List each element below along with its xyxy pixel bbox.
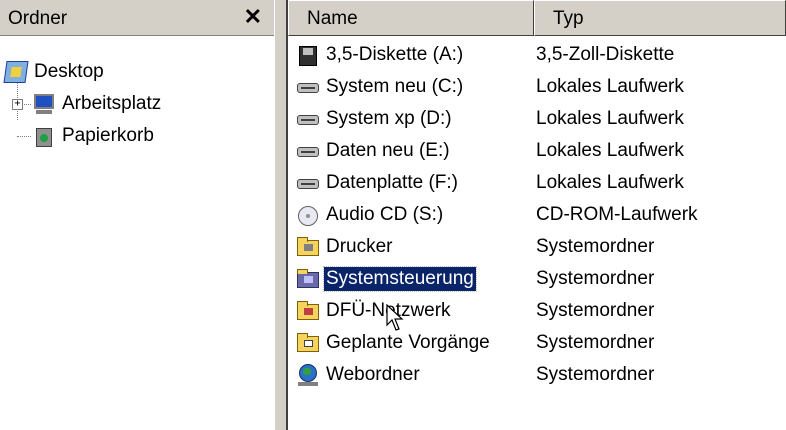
list-item[interactable]: Drucker Systemordner: [288, 231, 786, 263]
list-item[interactable]: System neu (C:) Lokales Laufwerk: [288, 71, 786, 103]
name-cell: DFÜ-Netzwerk: [296, 295, 453, 327]
item-type: Systemordner: [536, 364, 655, 385]
item-type: Systemordner: [536, 332, 655, 353]
recycle-bin-icon: [32, 124, 56, 148]
item-name: System neu (C:): [326, 76, 464, 97]
tree-item-arbeitsplatz[interactable]: Arbeitsplatz: [32, 88, 161, 120]
item-name: Systemsteuerung: [323, 266, 477, 292]
tree-connector: [17, 136, 31, 137]
list-item[interactable]: Audio CD (S:) CD-ROM-Laufwerk: [288, 199, 786, 231]
list-item[interactable]: Datenplatte (F:) Lokales Laufwerk: [288, 167, 786, 199]
list-item-selected[interactable]: Systemsteuerung Systemordner: [288, 263, 786, 295]
list-header: Name Typ: [288, 0, 786, 36]
item-name: Datenplatte (F:): [326, 172, 458, 193]
item-type: Lokales Laufwerk: [536, 172, 684, 193]
item-name: Webordner: [326, 364, 420, 385]
item-name: Daten neu (E:): [326, 140, 450, 161]
name-cell: System neu (C:): [296, 71, 465, 103]
item-name: Geplante Vorgänge: [326, 332, 490, 353]
tree-item-desktop[interactable]: Desktop: [3, 56, 104, 88]
folders-pane-title: Ordner: [8, 8, 68, 29]
expand-icon[interactable]: +: [12, 99, 23, 110]
name-cell: Systemsteuerung: [296, 263, 477, 295]
mouse-pointer-icon: [386, 304, 404, 331]
tree-item-label: Papierkorb: [62, 125, 154, 146]
list-item[interactable]: DFÜ-Netzwerk Systemordner: [288, 295, 786, 327]
floppy-icon: [296, 43, 320, 67]
tree-item-label: Arbeitsplatz: [62, 93, 162, 114]
pane-splitter[interactable]: [274, 0, 288, 430]
item-type: Lokales Laufwerk: [536, 76, 684, 97]
file-list-pane: Name Typ 3,5-Diskette (A:) 3,5-Zoll-Disk…: [288, 0, 786, 430]
control-panel-icon: [296, 267, 320, 291]
item-name: Audio CD (S:): [326, 204, 444, 225]
folders-pane: Ordner ✕ Desktop + Arbeitsplatz Papierko…: [0, 0, 274, 430]
name-cell: System xp (D:): [296, 103, 454, 135]
list-item[interactable]: 3,5-Diskette (A:) 3,5-Zoll-Diskette: [288, 39, 786, 71]
printer-folder-icon: [296, 235, 320, 259]
close-icon[interactable]: ✕: [244, 4, 262, 30]
hard-drive-icon: [296, 107, 320, 131]
item-type: Lokales Laufwerk: [536, 108, 684, 129]
hard-drive-icon: [296, 139, 320, 163]
folder-tree: Desktop + Arbeitsplatz Papierkorb: [0, 36, 274, 430]
item-name: Drucker: [326, 236, 393, 257]
item-name: System xp (D:): [326, 108, 452, 129]
list-item[interactable]: Daten neu (E:) Lokales Laufwerk: [288, 135, 786, 167]
tree-item-papierkorb[interactable]: Papierkorb: [32, 120, 154, 152]
folders-pane-header: Ordner ✕: [0, 0, 274, 36]
dialup-folder-icon: [296, 299, 320, 323]
hard-drive-icon: [296, 75, 320, 99]
computer-icon: [32, 92, 56, 116]
hard-drive-icon: [296, 171, 320, 195]
item-type: Systemordner: [536, 268, 655, 289]
name-cell: Webordner: [296, 359, 422, 391]
list-item[interactable]: Webordner Systemordner: [288, 359, 786, 391]
list-item[interactable]: Geplante Vorgänge Systemordner: [288, 327, 786, 359]
column-header-name[interactable]: Name: [288, 0, 534, 36]
item-type: Lokales Laufwerk: [536, 140, 684, 161]
scheduled-tasks-icon: [296, 331, 320, 355]
item-type: Systemordner: [536, 300, 655, 321]
item-type: Systemordner: [536, 236, 655, 257]
name-cell: 3,5-Diskette (A:): [296, 39, 465, 71]
tree-item-label: Desktop: [34, 61, 104, 82]
web-folder-icon: [296, 363, 320, 387]
item-type: CD-ROM-Laufwerk: [536, 204, 698, 225]
list-item[interactable]: System xp (D:) Lokales Laufwerk: [288, 103, 786, 135]
name-cell: Daten neu (E:): [296, 135, 452, 167]
item-type: 3,5-Zoll-Diskette: [536, 44, 675, 65]
name-cell: Drucker: [296, 231, 395, 263]
desktop-icon: [3, 60, 29, 84]
name-cell: Audio CD (S:): [296, 199, 445, 231]
column-header-type[interactable]: Typ: [534, 0, 786, 36]
name-cell: Datenplatte (F:): [296, 167, 460, 199]
cd-icon: [296, 203, 320, 227]
item-name: 3,5-Diskette (A:): [326, 44, 464, 65]
